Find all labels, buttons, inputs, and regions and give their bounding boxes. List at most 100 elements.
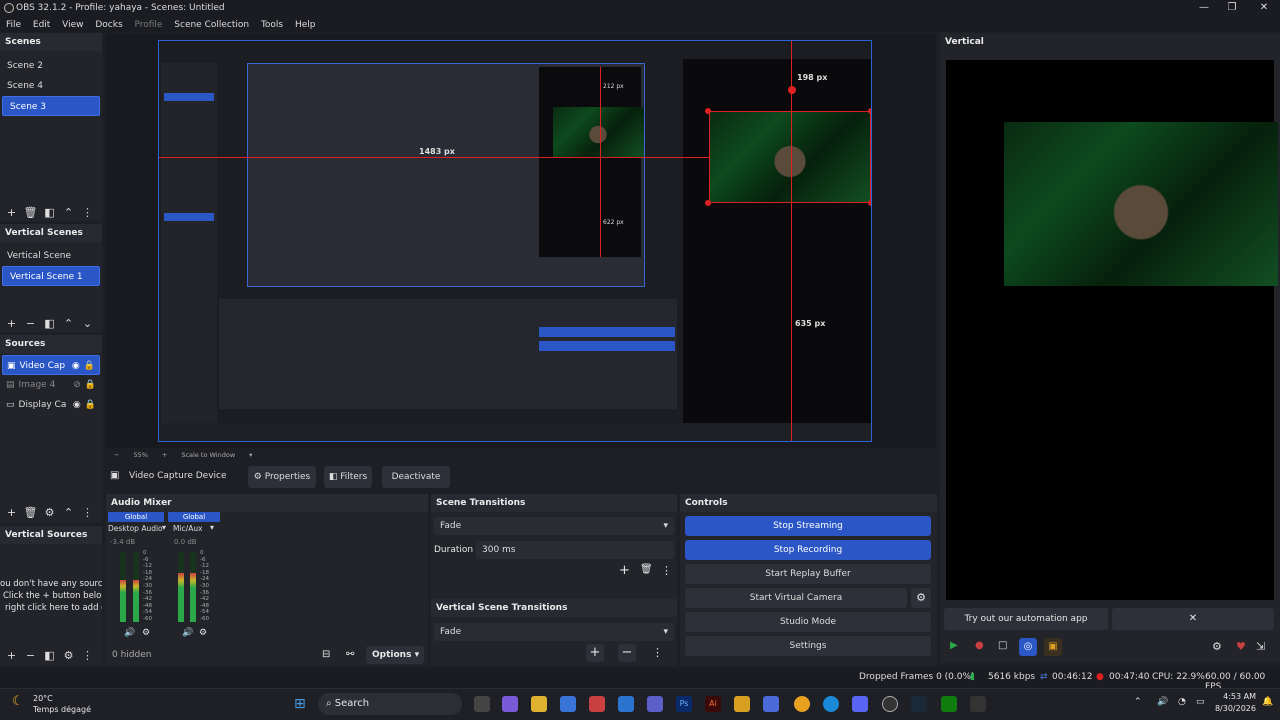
- start-replay-buffer-button[interactable]: Start Replay Buffer: [685, 564, 931, 584]
- xbox-icon[interactable]: [941, 696, 957, 712]
- link-icon[interactable]: ⚯: [346, 649, 354, 660]
- menu-tools[interactable]: Tools: [261, 20, 283, 30]
- stream-icon[interactable]: ▶: [950, 640, 966, 654]
- lock-icon[interactable]: 🔒: [84, 356, 95, 374]
- chevron-up-icon[interactable]: ⌃: [59, 206, 78, 219]
- steam-icon[interactable]: [911, 696, 927, 712]
- replay-icon[interactable]: ▣: [1044, 638, 1062, 656]
- more-icon[interactable]: ⋮: [652, 646, 663, 659]
- add-icon[interactable]: +: [2, 317, 21, 330]
- edge-icon[interactable]: [823, 696, 839, 712]
- close-button[interactable]: ✕: [1248, 0, 1280, 16]
- menu-docks[interactable]: Docks: [95, 20, 122, 30]
- chevron-up-icon[interactable]: ⌃: [59, 506, 78, 519]
- deactivate-button[interactable]: Deactivate: [382, 466, 450, 488]
- filter-icon[interactable]: ◧: [40, 206, 59, 219]
- chevron-down-icon[interactable]: ▾: [162, 523, 166, 532]
- chrome-icon[interactable]: [794, 696, 810, 712]
- lock-icon[interactable]: 🔒: [85, 395, 96, 415]
- remove-icon[interactable]: −: [21, 317, 40, 330]
- battery-icon[interactable]: ▭: [1196, 697, 1205, 707]
- speaker-icon[interactable]: 🔊: [182, 628, 193, 638]
- resize-handle[interactable]: [705, 200, 711, 206]
- more-icon[interactable]: ⋮: [78, 506, 97, 519]
- discord-icon[interactable]: [852, 696, 868, 712]
- transition-select[interactable]: Fade ▾: [434, 517, 674, 535]
- photoshop-icon[interactable]: Ps: [676, 696, 692, 712]
- outlook-icon[interactable]: [618, 696, 634, 712]
- more-icon[interactable]: ⋮: [78, 206, 97, 219]
- filters-button[interactable]: ◧ Filters: [324, 466, 372, 488]
- stop-icon[interactable]: □: [998, 640, 1012, 654]
- maximize-button[interactable]: ❐: [1216, 0, 1248, 16]
- menu-file[interactable]: File: [6, 20, 21, 30]
- trash-icon[interactable]: 🗑: [640, 564, 653, 575]
- settings-button[interactable]: Settings: [685, 636, 931, 656]
- chevron-down-icon[interactable]: ▾: [210, 523, 214, 532]
- taskbar-search[interactable]: ⌕ Search: [318, 693, 462, 715]
- stop-streaming-button[interactable]: Stop Streaming: [685, 516, 931, 536]
- virtual-camera-icon[interactable]: ◎: [1019, 638, 1037, 656]
- app-icon[interactable]: [763, 696, 779, 712]
- add-icon[interactable]: +: [2, 506, 21, 519]
- chevron-down-icon[interactable]: ▾: [249, 451, 252, 459]
- resize-handle[interactable]: [868, 200, 871, 206]
- add-icon[interactable]: +: [619, 563, 630, 578]
- chevron-up-icon[interactable]: ⌃: [59, 317, 78, 330]
- scene-item-selected[interactable]: Scene 3: [2, 96, 100, 116]
- weather-icon[interactable]: ☾: [12, 694, 24, 709]
- start-virtual-camera-button[interactable]: Start Virtual Camera: [685, 588, 907, 608]
- trash-icon[interactable]: 🗑: [21, 506, 40, 519]
- menu-scene-collection[interactable]: Scene Collection: [174, 20, 249, 30]
- filter-icon[interactable]: ◧: [40, 317, 59, 330]
- filter-icon[interactable]: ◧: [40, 649, 59, 662]
- remove-button[interactable]: −: [618, 644, 636, 662]
- copilot-icon[interactable]: [502, 696, 518, 712]
- resize-handle[interactable]: [868, 108, 871, 114]
- vertical-scene-item[interactable]: Vertical Scene: [0, 246, 102, 266]
- stop-recording-button[interactable]: Stop Recording: [685, 540, 931, 560]
- wifi-icon[interactable]: ◔: [1178, 697, 1186, 707]
- illustrator-icon[interactable]: Ai: [705, 696, 721, 712]
- options-button[interactable]: Options ▾: [366, 646, 424, 664]
- zoom-in-icon[interactable]: +: [162, 451, 167, 459]
- close-automation-button[interactable]: ✕: [1112, 608, 1274, 630]
- studio-mode-button[interactable]: Studio Mode: [685, 612, 931, 632]
- menu-view[interactable]: View: [62, 20, 83, 30]
- source-item-image[interactable]: ▤ Image 4 ⊘ 🔒: [0, 375, 102, 395]
- speaker-icon[interactable]: 🔊: [124, 628, 135, 638]
- more-icon[interactable]: ⋮: [78, 649, 97, 662]
- vertical-scene-item-selected[interactable]: Vertical Scene 1: [2, 266, 100, 286]
- store-icon[interactable]: [560, 696, 576, 712]
- task-view-icon[interactable]: [474, 696, 490, 712]
- automation-app-button[interactable]: Try out our automation app: [944, 608, 1108, 630]
- chevron-down-icon[interactable]: ⌄: [78, 317, 97, 330]
- lock-icon[interactable]: 🔒: [85, 375, 96, 395]
- gear-icon[interactable]: ⚙: [142, 628, 150, 638]
- app-icon[interactable]: [589, 696, 605, 712]
- eye-icon[interactable]: ◉: [73, 395, 81, 415]
- more-icon[interactable]: ⋮: [661, 564, 672, 577]
- menu-profile[interactable]: Profile: [134, 20, 162, 30]
- zoom-out-icon[interactable]: −: [114, 451, 119, 459]
- scene-item[interactable]: Scene 2: [0, 56, 102, 76]
- source-item-video-capture[interactable]: ▣ Video Cap ◉ 🔒: [2, 355, 100, 375]
- resize-handle[interactable]: [788, 86, 796, 94]
- preview-canvas[interactable]: 198 px 635 px 1483 px 212 px 622 px: [158, 40, 872, 442]
- heart-icon[interactable]: ♥: [1236, 640, 1250, 653]
- gear-icon[interactable]: ⚙: [1212, 640, 1226, 653]
- add-icon[interactable]: +: [2, 206, 21, 219]
- share-icon[interactable]: ⇲: [1256, 640, 1270, 653]
- menu-help[interactable]: Help: [295, 20, 316, 30]
- menu-edit[interactable]: Edit: [33, 20, 50, 30]
- eye-hidden-icon[interactable]: ⊘: [73, 375, 81, 395]
- gear-icon[interactable]: ⚙: [59, 649, 78, 662]
- layout-icon[interactable]: ⊟: [322, 649, 330, 660]
- record-icon[interactable]: ●: [975, 640, 989, 654]
- app-icon[interactable]: [970, 696, 986, 712]
- teams-icon[interactable]: [647, 696, 663, 712]
- gear-icon[interactable]: ⚙: [911, 588, 931, 608]
- add-icon[interactable]: +: [2, 649, 21, 662]
- vertical-cam-feed[interactable]: [1004, 122, 1278, 286]
- vertical-transition-select[interactable]: Fade ▾: [434, 623, 674, 641]
